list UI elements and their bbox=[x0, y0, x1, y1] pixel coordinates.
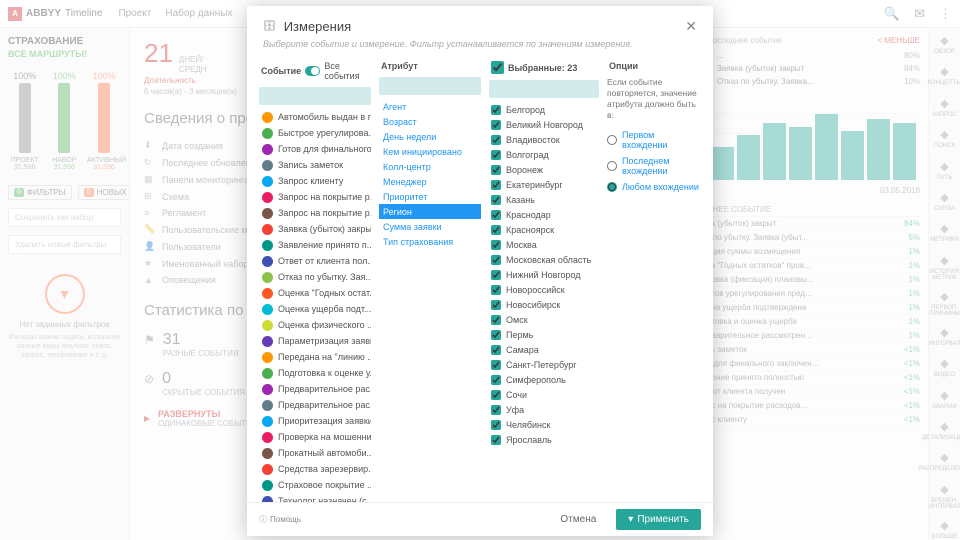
close-icon[interactable]: ✕ bbox=[685, 18, 697, 35]
attribute-item[interactable]: Колл-центр bbox=[379, 159, 481, 174]
attribute-item[interactable]: Кем инициировано bbox=[379, 144, 481, 159]
database-icon: 🗄 bbox=[263, 21, 276, 32]
attribute-item[interactable]: Возраст bbox=[379, 114, 481, 129]
col-selected-header: Выбранные: 23 bbox=[489, 57, 599, 78]
event-item[interactable]: Проверка на мошенни... bbox=[259, 429, 371, 445]
occurrence-radio[interactable]: Последнем вхождении bbox=[607, 153, 701, 179]
event-item[interactable]: Технолог назначен (с... bbox=[259, 493, 371, 502]
cancel-button[interactable]: Отмена bbox=[550, 510, 606, 529]
attribute-item[interactable]: Регион bbox=[379, 204, 481, 219]
value-checkbox[interactable]: Новороссийск bbox=[489, 282, 599, 297]
value-checkbox[interactable]: Москва bbox=[489, 237, 599, 252]
event-item[interactable]: Прокатный автомоби... bbox=[259, 445, 371, 461]
help-link[interactable]: ⓘ Помощь bbox=[259, 514, 301, 525]
event-item[interactable]: Запрос клиенту bbox=[259, 173, 371, 189]
value-checkbox[interactable]: Красноярск bbox=[489, 222, 599, 237]
modal-title: Измерения bbox=[284, 19, 351, 34]
col-attr-header: Атрибут bbox=[379, 57, 481, 75]
event-item[interactable]: Запрос на покрытие р... bbox=[259, 205, 371, 221]
event-item[interactable]: Параметризация заявки bbox=[259, 333, 371, 349]
value-checkbox[interactable]: Уфа bbox=[489, 402, 599, 417]
event-item[interactable]: Заявление принято п... bbox=[259, 237, 371, 253]
event-item[interactable]: Страховое покрытие ... bbox=[259, 477, 371, 493]
event-item[interactable]: Заявка (убыток) закрыт bbox=[259, 221, 371, 237]
event-item[interactable]: Запрос на покрытие р... bbox=[259, 189, 371, 205]
attribute-item[interactable]: Сумма заявки bbox=[379, 219, 481, 234]
value-checkbox[interactable]: Белгород bbox=[489, 102, 599, 117]
select-all-checkbox[interactable] bbox=[491, 61, 504, 74]
event-item[interactable]: Средства зарезервир... bbox=[259, 461, 371, 477]
value-checkbox[interactable]: Нижний Новгород bbox=[489, 267, 599, 282]
col-options-header: Опции bbox=[607, 57, 701, 75]
value-checkbox[interactable]: Великий Новгород bbox=[489, 117, 599, 132]
event-item[interactable]: Ответ от клиента пол... bbox=[259, 253, 371, 269]
event-item[interactable]: Готов для финального... bbox=[259, 141, 371, 157]
value-checkbox[interactable]: Пермь bbox=[489, 327, 599, 342]
event-item[interactable]: Оценка ущерба подт... bbox=[259, 301, 371, 317]
value-checkbox[interactable]: Челябинск bbox=[489, 417, 599, 432]
event-search-input[interactable] bbox=[259, 87, 371, 105]
modal-subtitle: Выберите событие и измерение. Фильтр уст… bbox=[247, 39, 713, 57]
attr-search-input[interactable] bbox=[379, 77, 481, 95]
value-checkbox[interactable]: Сочи bbox=[489, 387, 599, 402]
value-checkbox[interactable]: Краснодар bbox=[489, 207, 599, 222]
col-event-header: СобытиеВсе события bbox=[259, 57, 371, 85]
value-checkbox[interactable]: Санкт-Петербург bbox=[489, 357, 599, 372]
values-search-input[interactable] bbox=[489, 80, 599, 98]
event-item[interactable]: Автомобиль выдан в п... bbox=[259, 109, 371, 125]
event-item[interactable]: Предварительное рас... bbox=[259, 397, 371, 413]
event-item[interactable]: Оценка "Годных остат... bbox=[259, 285, 371, 301]
value-checkbox[interactable]: Омск bbox=[489, 312, 599, 327]
event-item[interactable]: Предварительное рас... bbox=[259, 381, 371, 397]
attribute-item[interactable]: Менеджер bbox=[379, 174, 481, 189]
value-checkbox[interactable]: Владивосток bbox=[489, 132, 599, 147]
value-checkbox[interactable]: Новосибирск bbox=[489, 297, 599, 312]
value-checkbox[interactable]: Самара bbox=[489, 342, 599, 357]
value-checkbox[interactable]: Ярославль bbox=[489, 432, 599, 447]
event-item[interactable]: Быстрое урегулирова... bbox=[259, 125, 371, 141]
event-item[interactable]: Приоритезация заявки bbox=[259, 413, 371, 429]
event-item[interactable]: Запись заметок bbox=[259, 157, 371, 173]
event-item[interactable]: Подготовка к оценке у... bbox=[259, 365, 371, 381]
attribute-item[interactable]: Тип страхования bbox=[379, 234, 481, 249]
value-checkbox[interactable]: Волгоград bbox=[489, 147, 599, 162]
value-checkbox[interactable]: Екатеринбург bbox=[489, 177, 599, 192]
attribute-item[interactable]: Приоритет bbox=[379, 189, 481, 204]
all-events-toggle[interactable] bbox=[305, 66, 320, 76]
event-item[interactable]: Отказ по убытку. Зая... bbox=[259, 269, 371, 285]
attribute-item[interactable]: День недели bbox=[379, 129, 481, 144]
event-item[interactable]: Оценка физического ... bbox=[259, 317, 371, 333]
occurrence-radio[interactable]: Первом вхождении bbox=[607, 127, 701, 153]
attribute-item[interactable]: Агент bbox=[379, 99, 481, 114]
apply-button[interactable]: ▾ Применить bbox=[616, 509, 701, 530]
value-checkbox[interactable]: Воронеж bbox=[489, 162, 599, 177]
event-item[interactable]: Передана на "линию ... bbox=[259, 349, 371, 365]
value-checkbox[interactable]: Симферополь bbox=[489, 372, 599, 387]
value-checkbox[interactable]: Казань bbox=[489, 192, 599, 207]
dimensions-modal: 🗄 Измерения ✕ Выберите событие и измерен… bbox=[247, 6, 713, 536]
value-checkbox[interactable]: Московская область bbox=[489, 252, 599, 267]
occurrence-radio[interactable]: Любом вхождении bbox=[607, 179, 701, 195]
options-desc: Если событие повторяется, значение атриб… bbox=[607, 77, 701, 121]
